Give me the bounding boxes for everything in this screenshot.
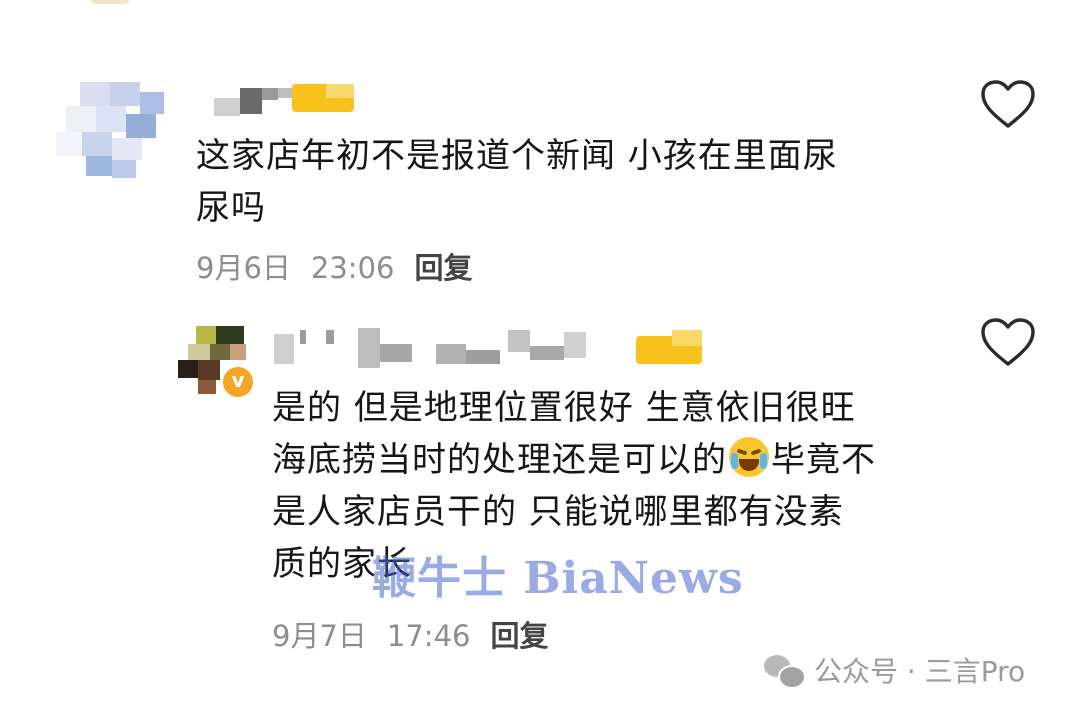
previous-comment-edge	[90, 0, 1040, 4]
source-attribution: 公众号 · 三言Pro	[764, 650, 1025, 690]
avatar[interactable]	[56, 82, 166, 178]
comment-time: 17:46	[386, 619, 471, 653]
heart-outline-icon	[981, 318, 1035, 366]
level-badge	[636, 330, 702, 366]
comment-text: 这家店年初不是报道个新闻 小孩在里面尿 尿吗	[196, 136, 838, 228]
comment-text-part-1: 是的 但是地理位置很好 生意依旧很旺 海底捞当时的处理还是可以的	[272, 388, 856, 480]
avatar[interactable]: v	[178, 326, 256, 400]
comment-time: 23:06	[310, 251, 395, 285]
heart-outline-icon	[981, 80, 1035, 128]
comment-meta: 9月7日 17:46 回复	[272, 618, 569, 654]
watermark: 鞭牛士 BiaNews	[372, 553, 744, 604]
like-button[interactable]	[980, 80, 1036, 130]
face-with-tears-of-joy-icon	[729, 437, 769, 477]
wechat-icon	[764, 653, 806, 689]
verified-badge-icon: v	[220, 364, 256, 400]
reply-button[interactable]: 回复	[490, 619, 548, 653]
previous-avatar-edge	[90, 0, 130, 4]
comment-date: 9月6日	[196, 251, 291, 285]
username-redacted[interactable]	[274, 324, 594, 370]
comment-date: 9月7日	[272, 619, 367, 653]
source-label: 公众号 · 三言Pro	[814, 655, 1026, 688]
reply-button[interactable]: 回复	[414, 251, 472, 285]
like-button[interactable]	[980, 318, 1036, 368]
comment-meta: 9月6日 23:06 回复	[196, 250, 493, 286]
level-badge	[292, 84, 354, 120]
